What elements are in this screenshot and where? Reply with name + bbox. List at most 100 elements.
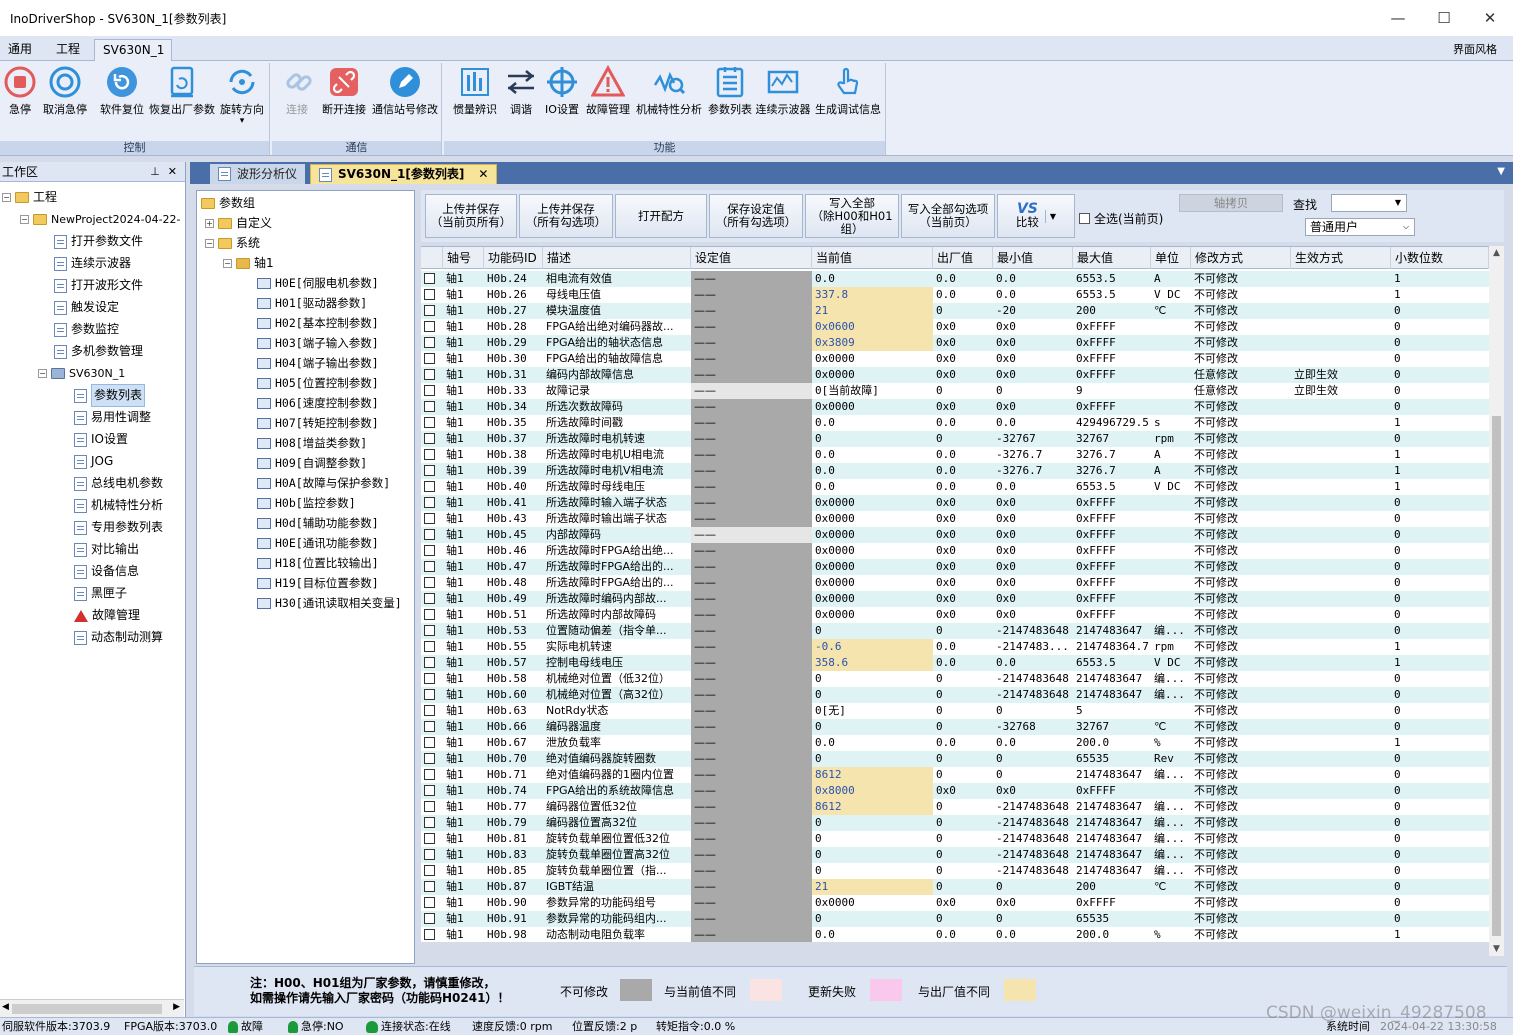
table-row[interactable]: 轴1 H0b.74 FPGA给出的系统故障信息 —— 0x8000 0x0 0x0 0xFFF… <box>421 783 1489 799</box>
param-tree-item[interactable]: H0d[辅助功能参数] <box>257 513 379 534</box>
table-row[interactable]: 轴1 H0b.53 位置随动偏差（指令单... —— 0 0 -2147483648 2147… <box>421 623 1489 639</box>
table-row[interactable]: 轴1 H0b.85 旋转负载单圈位置（指... —— 0 0 -2147483648 2147… <box>421 863 1489 879</box>
workspace-item[interactable]: 打开参数文件 <box>54 231 143 252</box>
cell-setting[interactable]: —— <box>691 703 812 719</box>
row-checkbox[interactable] <box>424 305 435 316</box>
row-checkbox[interactable] <box>424 465 435 476</box>
cell-setting[interactable]: —— <box>691 383 812 399</box>
cell-setting[interactable]: —— <box>691 863 812 879</box>
param-tree-item[interactable]: H07[转矩控制参数] <box>257 413 379 434</box>
collapse-icon[interactable]: − <box>205 239 214 248</box>
close-icon[interactable]: ✕ <box>1467 3 1513 33</box>
rotation-direction-button[interactable]: 旋转方向 ▾ <box>218 65 266 126</box>
table-row[interactable]: 轴1 H0b.81 旋转负载单圈位置低32位 —— 0 0 -2147483648 21474… <box>421 831 1489 847</box>
workspace-item[interactable]: 对比输出 <box>74 539 139 560</box>
workspace-item[interactable]: 触发设定 <box>54 297 119 318</box>
column-header[interactable]: 功能码ID <box>484 247 543 269</box>
cell-setting[interactable]: —— <box>691 415 812 431</box>
workspace-item[interactable]: − 工程 <box>2 187 57 208</box>
cell-setting[interactable]: —— <box>691 479 812 495</box>
row-checkbox[interactable] <box>424 353 435 364</box>
param-tree-item[interactable]: H08[增益类参数] <box>257 433 367 454</box>
row-checkbox[interactable] <box>424 641 435 652</box>
upload-current-button[interactable]: 上传并保存 （当前页所有） <box>425 194 517 238</box>
table-row[interactable]: 轴1 H0b.77 编码器位置低32位 —— 8612 0 -2147483648 21474… <box>421 799 1489 815</box>
row-checkbox[interactable] <box>424 545 435 556</box>
compare-button[interactable]: VS 比较 ▼ <box>997 194 1075 238</box>
checkbox[interactable] <box>1079 213 1090 224</box>
table-vscrollbar[interactable]: ▲ ▼ <box>1489 246 1504 956</box>
param-tree-item[interactable]: − 轴1 <box>223 253 274 274</box>
row-checkbox[interactable] <box>424 609 435 620</box>
param-tree-item[interactable]: H30[通讯读取相关变量] <box>257 593 402 614</box>
expand-icon[interactable]: + <box>205 219 214 228</box>
cell-setting[interactable]: —— <box>691 719 812 735</box>
cell-setting[interactable]: —— <box>691 511 812 527</box>
row-checkbox[interactable] <box>424 529 435 540</box>
cell-setting[interactable]: —— <box>691 831 812 847</box>
column-header[interactable] <box>421 247 443 269</box>
table-row[interactable]: 轴1 H0b.39 所选故障时电机V相电流 —— 0.0 0.0 -3276.7 3276.7… <box>421 463 1489 479</box>
row-checkbox[interactable] <box>424 753 435 764</box>
row-checkbox[interactable] <box>424 833 435 844</box>
param-list-button[interactable]: 参数列表 <box>706 65 754 117</box>
row-checkbox[interactable] <box>424 913 435 924</box>
workspace-item[interactable]: 机械特性分析 <box>74 495 163 516</box>
tuning-button[interactable]: 调谐 <box>504 65 538 117</box>
row-checkbox[interactable] <box>424 497 435 508</box>
skin-menu[interactable]: 界面风格 <box>1453 41 1497 57</box>
row-checkbox[interactable] <box>424 881 435 892</box>
param-tree-item[interactable]: H0b[监控参数] <box>257 493 356 514</box>
table-row[interactable]: 轴1 H0b.35 所选故障时间戳 —— 0.0 0.0 0.0 429496729.5 s 不可… <box>421 415 1489 431</box>
workspace-item[interactable]: 参数列表 <box>74 384 146 407</box>
table-row[interactable]: 轴1 H0b.57 控制电母线电压 —— 358.6 0.0 0.0 6553.5 V DC 不可… <box>421 655 1489 671</box>
column-header[interactable]: 设定值 <box>691 247 812 269</box>
workspace-item[interactable]: 易用性调整 <box>74 407 151 428</box>
cell-setting[interactable]: —— <box>691 655 812 671</box>
cell-setting[interactable]: —— <box>691 815 812 831</box>
table-row[interactable]: 轴1 H0b.49 所选故障时编码内部故... —— 0x0000 0x0 0x0 0xFFF… <box>421 591 1489 607</box>
cell-setting[interactable]: —— <box>691 319 812 335</box>
row-checkbox[interactable] <box>424 561 435 572</box>
param-tree-item[interactable]: H09[自调整参数] <box>257 453 367 474</box>
cell-setting[interactable]: —— <box>691 351 812 367</box>
table-row[interactable]: 轴1 H0b.51 所选故障时内部故障码 —— 0x0000 0x0 0x0 0xFFFF 不可… <box>421 607 1489 623</box>
chevron-down-icon[interactable]: ⌵ <box>1400 220 1412 234</box>
factory-reset-button[interactable]: 恢复出厂参数 <box>148 65 216 117</box>
table-row[interactable]: 轴1 H0b.31 编码内部故障信息 —— 0x0000 0x0 0x0 0xFFFF 任意修改… <box>421 367 1489 383</box>
cell-setting[interactable]: —— <box>691 527 812 543</box>
table-row[interactable]: 轴1 H0b.38 所选故障时电机U相电流 —— 0.0 0.0 -3276.7 3276.7… <box>421 447 1489 463</box>
tab-project[interactable]: 工程 <box>48 39 88 61</box>
column-header[interactable]: 最大值 <box>1073 247 1151 269</box>
table-row[interactable]: 轴1 H0b.91 参数异常的功能码组内... —— 0 0 0 65535 不可修改 0 <box>421 911 1489 927</box>
row-checkbox[interactable] <box>424 737 435 748</box>
table-row[interactable]: 轴1 H0b.27 模块温度值 —— 21 0 -20 200 ℃ 不可修改 0 <box>421 303 1489 319</box>
param-tree-item[interactable]: H03[端子输入参数] <box>257 333 379 354</box>
cell-setting[interactable]: —— <box>691 783 812 799</box>
table-row[interactable]: 轴1 H0b.55 实际电机转速 —— -0.6 0.0 -2147483... 214748… <box>421 639 1489 655</box>
row-checkbox[interactable] <box>424 401 435 412</box>
column-header[interactable]: 单位 <box>1151 247 1191 269</box>
row-checkbox[interactable] <box>424 449 435 460</box>
inertia-id-button[interactable]: 惯量辨识 <box>450 65 500 117</box>
row-checkbox[interactable] <box>424 817 435 828</box>
row-checkbox[interactable] <box>424 625 435 636</box>
cell-setting[interactable]: —— <box>691 623 812 639</box>
param-tree-item[interactable]: H06[速度控制参数] <box>257 393 379 414</box>
cell-setting[interactable]: —— <box>691 639 812 655</box>
table-row[interactable]: 轴1 H0b.24 相电流有效值 —— 0.0 0.0 0.0 6553.5 A 不可修改 1 <box>421 271 1489 287</box>
disconnect-button[interactable]: 断开连接 <box>320 65 368 117</box>
cancel-estop-button[interactable]: 取消急停 <box>40 65 90 117</box>
table-row[interactable]: 轴1 H0b.83 旋转负载单圈位置高32位 —— 0 0 -2147483648 21474… <box>421 847 1489 863</box>
row-checkbox[interactable] <box>424 769 435 780</box>
table-row[interactable]: 轴1 H0b.46 所选故障时FPGA给出绝... —— 0x0000 0x0 0x0 0xF… <box>421 543 1489 559</box>
io-settings-button[interactable]: IO设置 <box>542 65 582 117</box>
param-tree-item[interactable]: H01[驱动器参数] <box>257 293 367 314</box>
cell-setting[interactable]: —— <box>691 671 812 687</box>
cell-setting[interactable]: —— <box>691 495 812 511</box>
pin-icon[interactable]: ⊥ <box>150 165 160 178</box>
table-row[interactable]: 轴1 H0b.28 FPGA给出绝对编码器故... —— 0x0600 0x0 0x0 0xF… <box>421 319 1489 335</box>
workspace-item[interactable]: JOG <box>74 451 113 472</box>
close-tab-icon[interactable]: ✕ <box>478 165 488 184</box>
cell-setting[interactable]: —— <box>691 431 812 447</box>
